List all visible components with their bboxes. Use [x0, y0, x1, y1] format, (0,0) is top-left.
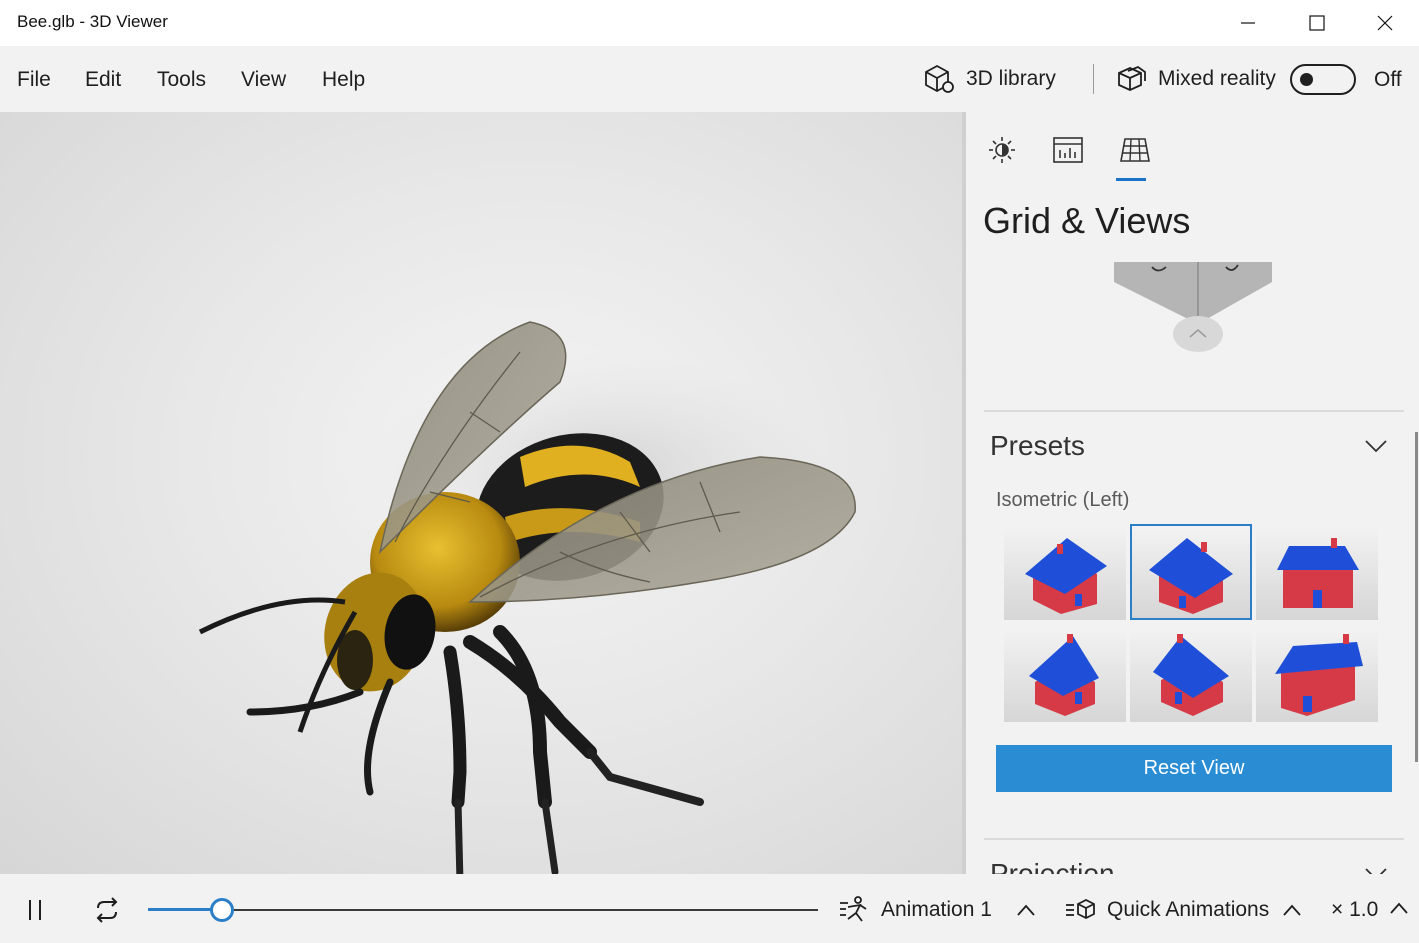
presets-header[interactable]: Presets — [990, 430, 1085, 462]
3d-library-button[interactable]: 3D library — [922, 62, 1056, 96]
chevron-up-icon[interactable] — [1389, 901, 1409, 915]
panel-title: Grid & Views — [983, 200, 1191, 241]
maximize-button[interactable] — [1283, 0, 1351, 46]
tab-stats[interactable] — [1048, 130, 1088, 170]
menu-file[interactable]: File — [17, 68, 51, 92]
close-button[interactable] — [1351, 0, 1419, 46]
divider — [984, 410, 1404, 412]
minimize-button[interactable] — [1214, 0, 1282, 46]
window-title: Bee.glb - 3D Viewer — [17, 12, 168, 31]
reset-view-button[interactable]: Reset View — [996, 745, 1392, 792]
menu-bar: File Edit Tools View Help 3D library Mix… — [0, 46, 1419, 112]
3d-library-icon — [925, 64, 954, 93]
menu-view[interactable]: View — [241, 68, 286, 92]
grid-icon — [1120, 138, 1150, 162]
house-icon — [1153, 634, 1229, 716]
house-icon — [1149, 538, 1233, 614]
pause-button[interactable] — [19, 894, 51, 926]
mixed-reality-toggle[interactable] — [1290, 64, 1356, 95]
preset-thumbnail-selected[interactable] — [1130, 524, 1252, 620]
chevron-up-icon[interactable] — [1282, 903, 1302, 917]
tab-grid-views[interactable] — [1115, 130, 1155, 170]
tab-lighting[interactable] — [982, 130, 1022, 170]
loop-button[interactable] — [91, 894, 123, 926]
close-icon — [1377, 15, 1393, 31]
bee-model — [198, 321, 856, 874]
divider — [984, 838, 1404, 840]
stats-icon — [1053, 137, 1083, 163]
minimize-icon — [1241, 22, 1255, 24]
sun-icon — [989, 137, 1015, 163]
preset-thumbnail[interactable] — [1130, 626, 1252, 722]
quick-animations-icon — [1066, 898, 1095, 920]
preset-grid — [1004, 524, 1380, 724]
animation-name[interactable]: Animation 1 — [881, 898, 992, 922]
panel-scrollbar[interactable] — [1415, 432, 1418, 762]
3d-viewport[interactable] — [0, 112, 962, 874]
chevron-down-icon[interactable] — [1364, 866, 1388, 874]
house-icon — [1275, 634, 1363, 716]
timeline-thumb[interactable] — [209, 898, 234, 922]
selected-preset-label: Isometric (Left) — [996, 489, 1130, 511]
preset-thumbnail[interactable] — [1004, 626, 1126, 722]
quick-animations-icon-wrap[interactable] — [1064, 894, 1096, 926]
house-icon — [1029, 634, 1099, 716]
house-icon — [1277, 538, 1359, 608]
animation-selector-icon-wrap[interactable] — [838, 894, 870, 926]
mixed-reality-icon — [1118, 65, 1146, 91]
divider — [1093, 64, 1094, 94]
chevron-down-icon[interactable] — [1364, 438, 1388, 454]
title-bar: Bee.glb - 3D Viewer — [0, 0, 1419, 46]
quick-animations-label[interactable]: Quick Animations — [1107, 898, 1269, 922]
preset-thumbnail[interactable] — [1256, 626, 1378, 722]
3d-library-label: 3D library — [966, 67, 1056, 90]
house-icon — [1025, 538, 1107, 614]
preset-thumbnail[interactable] — [1256, 524, 1378, 620]
playback-bar: Animation 1 Quick Animations × 1.0 — [0, 874, 1419, 943]
speed-label[interactable]: × 1.0 — [1331, 898, 1378, 922]
menu-help[interactable]: Help — [322, 68, 365, 92]
timeline-track[interactable] — [148, 909, 818, 911]
preset-thumbnail[interactable] — [1004, 524, 1126, 620]
active-tab-indicator — [1116, 178, 1146, 181]
maximize-icon — [1309, 15, 1325, 31]
toggle-state-label: Off — [1374, 68, 1402, 91]
mixed-reality-label: Mixed reality — [1158, 67, 1276, 90]
pause-icon — [29, 900, 41, 920]
side-panel: Grid & Views Presets Isometric (Left) Re… — [962, 112, 1419, 874]
toggle-knob — [1300, 73, 1313, 86]
mixed-reality-button[interactable]: Mixed reality — [1116, 62, 1276, 96]
projection-header[interactable]: Projection — [990, 858, 1115, 874]
view-cube-gizmo[interactable] — [1106, 262, 1276, 357]
menu-edit[interactable]: Edit — [85, 68, 121, 92]
loop-icon — [96, 897, 118, 923]
animation-icon — [840, 896, 867, 922]
chevron-up-icon[interactable] — [1016, 903, 1036, 917]
menu-tools[interactable]: Tools — [157, 68, 206, 92]
